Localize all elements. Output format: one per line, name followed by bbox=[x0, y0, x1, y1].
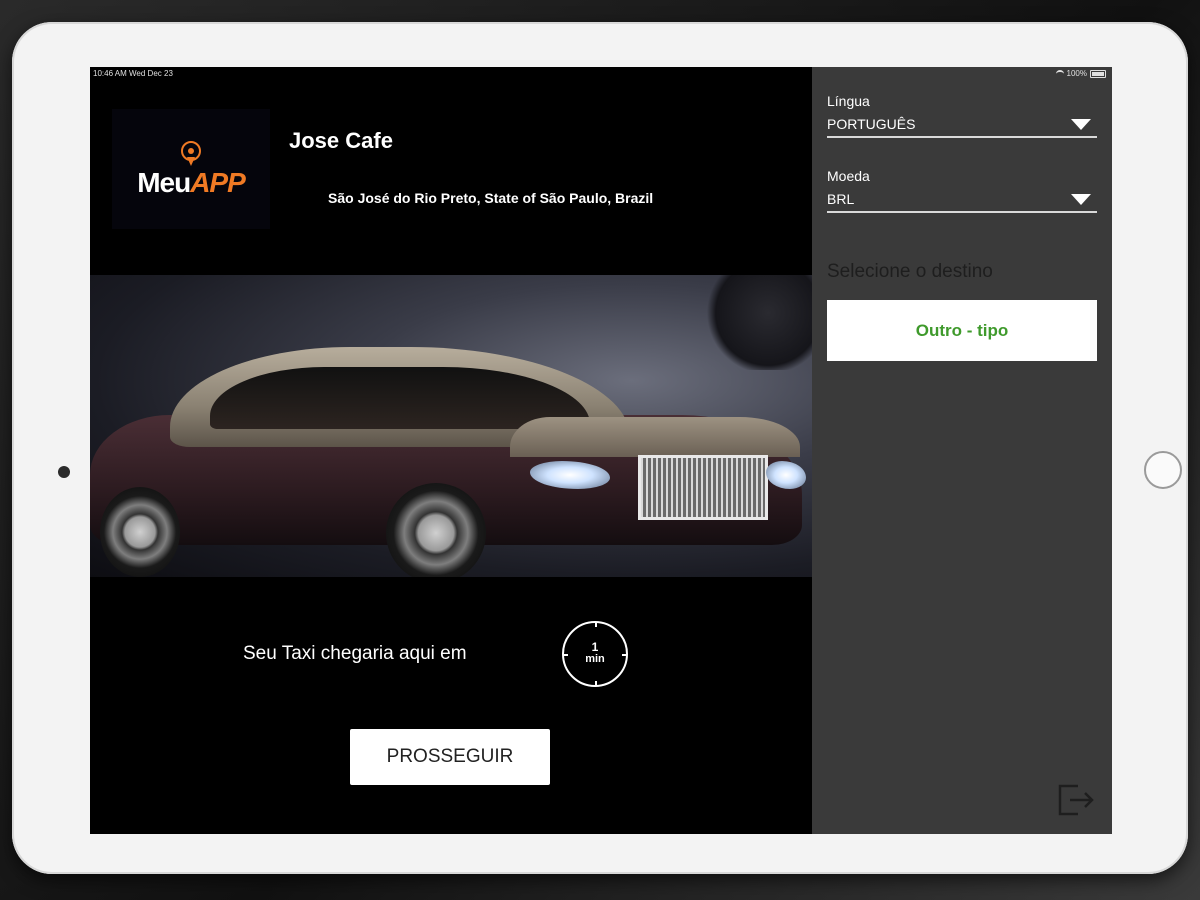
language-select[interactable]: PORTUGUÊS bbox=[827, 112, 1097, 138]
venue-address: São José do Rio Preto, State of São Paul… bbox=[328, 190, 654, 206]
destination-option[interactable]: Outro - tipo bbox=[827, 300, 1097, 361]
timer-icon: 1 min bbox=[562, 621, 628, 687]
language-value: PORTUGUÊS bbox=[827, 116, 916, 132]
dropdown-arrow-icon bbox=[1071, 118, 1091, 130]
language-label: Língua bbox=[827, 93, 870, 109]
front-camera bbox=[58, 466, 70, 478]
logo-app: APP bbox=[190, 167, 246, 198]
wifi-icon bbox=[1055, 69, 1064, 78]
dropdown-arrow-icon bbox=[1071, 193, 1091, 205]
destination-title: Selecione o destino bbox=[827, 261, 993, 282]
home-button[interactable] bbox=[1144, 451, 1182, 489]
currency-value: BRL bbox=[827, 191, 855, 207]
app-logo: MeuAPP bbox=[112, 109, 270, 229]
timer-unit: min bbox=[585, 653, 605, 666]
main-content: 10:46 AM Wed Dec 23 MeuAPP Jose Cafe São… bbox=[90, 67, 812, 834]
logo-meu: Meu bbox=[137, 167, 191, 198]
currency-label: Moeda bbox=[827, 168, 870, 184]
location-pin-icon bbox=[178, 141, 204, 167]
arrival-text: Seu Taxi chegaria aqui em bbox=[243, 643, 467, 664]
battery-percent: 100% bbox=[1066, 69, 1087, 78]
car-grille bbox=[638, 455, 768, 520]
status-icons: 100% bbox=[1055, 69, 1106, 78]
logo-wordmark: MeuAPP bbox=[137, 167, 246, 198]
car-photo bbox=[90, 275, 812, 577]
timer-minutes: 1 bbox=[591, 640, 599, 655]
tree-background bbox=[702, 275, 812, 370]
settings-panel: 100% Língua PORTUGUÊS Moeda BRL Selecion… bbox=[812, 67, 1112, 834]
car-wheel-rear bbox=[100, 487, 180, 577]
status-time-date: 10:46 AM Wed Dec 23 bbox=[93, 69, 173, 78]
venue-name: Jose Cafe bbox=[289, 128, 393, 153]
proceed-button[interactable]: PROSSEGUIR bbox=[350, 729, 550, 785]
logout-icon[interactable] bbox=[1056, 782, 1096, 818]
app-screen: 10:46 AM Wed Dec 23 MeuAPP Jose Cafe São… bbox=[90, 67, 1112, 834]
car-wheel-front bbox=[386, 483, 486, 577]
battery-icon bbox=[1090, 69, 1106, 78]
car-hood bbox=[510, 417, 800, 457]
currency-select[interactable]: BRL bbox=[827, 187, 1097, 213]
